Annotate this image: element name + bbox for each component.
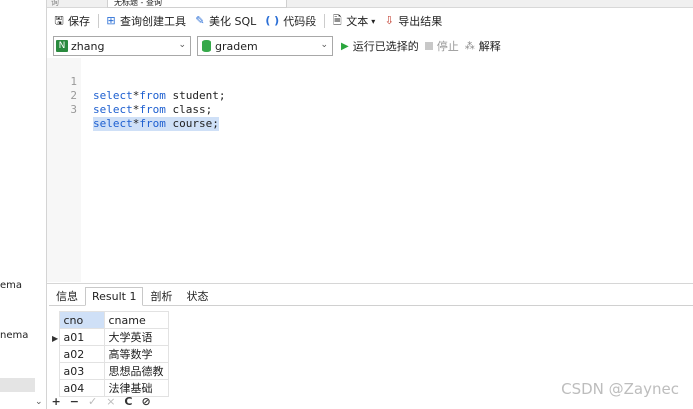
cell-cno[interactable]: a01 <box>58 328 105 346</box>
query-builder-button[interactable]: ⊞ 查询创建工具 <box>105 13 186 29</box>
refresh-icon[interactable]: C <box>124 395 132 408</box>
cell-cname[interactable]: 大学英语 <box>103 328 169 346</box>
chevron-down-icon: ⌄ <box>178 40 186 50</box>
cell-cno[interactable]: a02 <box>58 345 105 363</box>
tab-previous[interactable]: 询 <box>51 0 101 8</box>
stop-button[interactable]: 停止 <box>424 38 459 54</box>
query-builder-icon: ⊞ <box>106 14 116 27</box>
delete-record-icon[interactable]: − <box>70 395 79 408</box>
connection-select[interactable]: N zhang ⌄ <box>53 36 191 56</box>
save-icon: 🖫 <box>54 14 64 27</box>
run-selected-button[interactable]: ▶ 运行已选择的 <box>341 38 419 54</box>
explain-icon: ⁂ <box>464 40 475 52</box>
table-row[interactable]: a03 思想品德教 <box>52 362 169 380</box>
connection-icon: N <box>56 40 68 52</box>
row-indicator-header <box>52 311 59 329</box>
code-text: select*from class; <box>93 103 213 116</box>
code-snippet-icon: ( ) <box>265 14 280 27</box>
cell-cno[interactable]: a03 <box>58 362 105 380</box>
code-line[interactable]: 2 select*from class; <box>47 75 693 116</box>
tab-info[interactable]: 信息 <box>49 287 85 305</box>
discard-changes-icon[interactable]: × <box>106 395 115 408</box>
database-value: gradem <box>215 39 258 53</box>
connection-value: zhang <box>71 39 105 53</box>
row-pointer-icon: ▶ <box>52 333 59 343</box>
tab-current-query[interactable]: 无标题 - 查询 <box>107 0 287 8</box>
column-header-cname[interactable]: cname <box>103 311 169 329</box>
table-row[interactable]: a02 高等数学 <box>52 345 169 363</box>
tab-strip: 询 无标题 - 查询 <box>47 0 693 8</box>
add-record-icon[interactable]: + <box>52 395 61 408</box>
play-icon: ▶ <box>341 40 349 52</box>
code-line[interactable]: 1 select*from student; <box>47 61 693 102</box>
query-toolbar: 🖫 保存 ⊞ 查询创建工具 ✎ 美化 SQL ( ) 代码段 🗎 文本 ▾ ⇩ … <box>47 10 693 32</box>
text-button[interactable]: 🗎 文本 ▾ <box>331 13 375 29</box>
save-label: 保存 <box>68 15 90 28</box>
text-icon: 🗎 <box>332 14 342 27</box>
tab-result-1[interactable]: Result 1 <box>85 287 144 306</box>
text-label: 文本 <box>346 15 369 28</box>
toolbar-divider <box>98 14 99 28</box>
code-snippet-button[interactable]: ( ) 代码段 <box>264 13 316 29</box>
beautify-sql-icon: ✎ <box>195 14 205 27</box>
row-indicator <box>52 363 59 380</box>
cell-cname[interactable]: 高等数学 <box>103 345 169 363</box>
tree-item-schema[interactable]: ema <box>0 280 22 291</box>
export-result-button[interactable]: ⇩ 导出结果 <box>383 13 443 29</box>
stop-icon <box>424 42 433 50</box>
save-button[interactable]: 🖫 保存 <box>53 13 90 29</box>
header-row: cno cname <box>52 311 169 329</box>
stop-refresh-icon[interactable]: ⊘ <box>142 395 151 408</box>
tab-profile[interactable]: 剖析 <box>143 287 179 305</box>
horizontal-scrollbar[interactable] <box>0 378 35 392</box>
watermark: CSDN @Zaynec <box>561 380 679 398</box>
row-indicator <box>52 346 59 363</box>
apply-changes-icon[interactable]: ✓ <box>88 395 97 408</box>
beautify-sql-label: 美化 SQL <box>209 15 257 28</box>
record-toolbar: ⌄ + − ✓ × C ⊘ <box>35 394 151 409</box>
export-icon: ⇩ <box>384 14 394 27</box>
beautify-sql-button[interactable]: ✎ 美化 SQL <box>194 13 256 29</box>
code-snippet-label: 代码段 <box>283 15 317 28</box>
query-window: 询 无标题 - 查询 🖫 保存 ⊞ 查询创建工具 ✎ 美化 SQL ( ) 代码… <box>47 0 693 409</box>
line-number: 3 <box>70 103 77 116</box>
dropdown-arrow-icon[interactable]: ▾ <box>371 17 375 26</box>
selected-code-text: select*from course; <box>93 117 219 131</box>
run-selected-label: 运行已选择的 <box>352 40 419 53</box>
database-icon <box>202 40 211 52</box>
export-result-label: 导出结果 <box>398 15 443 28</box>
explain-label: 解释 <box>478 40 501 53</box>
stop-label: 停止 <box>436 40 459 53</box>
result-grid[interactable]: cno cname ▶ a01 大学英语 a02 高等数学 a03 思想品德教 <box>52 311 169 397</box>
toolbar-divider <box>324 14 326 28</box>
cell-cname[interactable]: 思想品德教 <box>103 362 169 380</box>
code-line-selected[interactable]: 3 select*from course; <box>47 89 693 131</box>
result-tabs: 信息 Result 1 剖析 状态 <box>49 286 693 306</box>
expand-icon[interactable]: ⌄ <box>35 397 43 407</box>
explain-button[interactable]: ⁂ 解释 <box>465 38 501 54</box>
chevron-down-icon: ⌄ <box>320 40 328 50</box>
connection-bar: N zhang ⌄ gradem ⌄ ▶ 运行已选择的 停止 ⁂ 解释 <box>47 35 693 57</box>
database-select[interactable]: gradem ⌄ <box>197 36 333 56</box>
table-row[interactable]: ▶ a01 大学英语 <box>52 328 169 346</box>
object-tree-panel: ema nema <box>0 0 47 409</box>
sql-editor[interactable]: 1 select*from student; 2 select*from cla… <box>47 58 693 282</box>
tree-item-schema[interactable]: nema <box>0 330 28 341</box>
navicat-window: ema nema 询 无标题 - 查询 🖫 保存 ⊞ 查询创建工具 ✎ 美化 S… <box>0 0 693 409</box>
query-builder-label: 查询创建工具 <box>120 15 186 28</box>
column-header-cno[interactable]: cno <box>58 311 105 329</box>
current-row-indicator: ▶ <box>52 329 59 346</box>
tab-status[interactable]: 状态 <box>179 287 215 305</box>
